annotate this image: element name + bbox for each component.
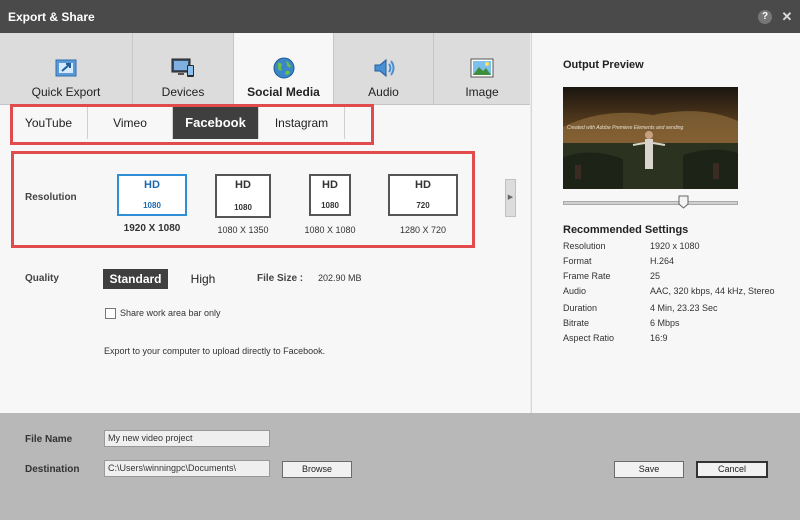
preview-frame-image bbox=[563, 87, 738, 189]
resolution-number: 1080 bbox=[143, 201, 161, 210]
setting-key: Resolution bbox=[563, 241, 606, 251]
output-preview-title: Output Preview bbox=[563, 59, 644, 71]
resolution-caption: 1280 X 720 bbox=[399, 225, 447, 235]
resolution-number: 720 bbox=[416, 201, 430, 210]
file-name-field[interactable]: My new video project bbox=[104, 430, 270, 447]
devices-icon bbox=[171, 58, 194, 77]
setting-value: 1920 x 1080 bbox=[650, 241, 700, 251]
destination-label: Destination bbox=[25, 464, 80, 475]
window-title: Export & Share bbox=[8, 10, 95, 24]
tab-label: Image bbox=[465, 85, 499, 99]
tab-label: Audio bbox=[368, 85, 399, 99]
resolution-option-1920x1080[interactable]: HD 1080 1920 X 1080 bbox=[117, 174, 187, 234]
hd-badge: HD bbox=[144, 179, 160, 191]
tab-quick-export[interactable]: Quick Export bbox=[0, 33, 133, 105]
setting-value: 4 Min, 23.23 Sec bbox=[650, 303, 718, 313]
setting-value: H.264 bbox=[650, 256, 675, 266]
preview-scrubber-thumb[interactable] bbox=[678, 195, 689, 209]
setting-key: Bitrate bbox=[563, 318, 590, 328]
preview-overlay-text: Created with Adobe Premiere Elements and… bbox=[567, 125, 684, 131]
resolution-number: 1080 bbox=[321, 201, 339, 210]
settings-panel: Quick Export Devices Social Media Audio … bbox=[0, 33, 530, 413]
resolution-option-1280x720[interactable]: HD 720 1280 X 720 bbox=[388, 174, 458, 235]
setting-value: AAC, 320 kbps, 44 kHz, Stereo bbox=[650, 286, 775, 296]
footer-bar: File Name My new video project Destinati… bbox=[0, 413, 800, 520]
preview-panel: Output Preview Created with Adobe Premie… bbox=[531, 33, 800, 413]
resolution-label: Resolution bbox=[25, 192, 77, 203]
destination-field[interactable]: C:\Users\winningpc\Documents\ bbox=[104, 460, 270, 477]
tab-image[interactable]: Image bbox=[434, 33, 530, 105]
file-name-label: File Name bbox=[25, 434, 73, 445]
resolution-card: HD 1080 bbox=[309, 174, 351, 216]
resolution-caption: 1080 X 1080 bbox=[304, 225, 356, 235]
scroll-right-arrow[interactable]: ▶ bbox=[505, 179, 516, 217]
tab-label: Social Media bbox=[247, 85, 320, 99]
tab-audio[interactable]: Audio bbox=[334, 33, 434, 105]
globe-icon bbox=[273, 57, 294, 79]
picture-icon bbox=[470, 58, 494, 78]
help-icon[interactable]: ? bbox=[758, 10, 772, 24]
social-site-tabs: YouTube Vimeo Facebook Instagram bbox=[10, 107, 370, 139]
file-size-value: 202.90 MB bbox=[318, 273, 362, 283]
hd-badge: HD bbox=[322, 179, 338, 191]
hd-badge: HD bbox=[235, 179, 251, 191]
speaker-icon bbox=[374, 58, 394, 78]
setting-key: Format bbox=[563, 256, 592, 266]
quality-label: Quality bbox=[25, 273, 59, 284]
setting-value: 6 Mbps bbox=[650, 318, 680, 328]
resolution-card: HD 720 bbox=[388, 174, 458, 216]
tab-label: Quick Export bbox=[31, 85, 101, 99]
resolution-card: HD 1080 bbox=[117, 174, 187, 216]
subtab-youtube[interactable]: YouTube bbox=[10, 107, 88, 139]
setting-value: 25 bbox=[650, 271, 661, 281]
subtab-facebook[interactable]: Facebook bbox=[173, 107, 259, 139]
tab-label: Devices bbox=[161, 85, 205, 99]
resolution-caption: 1920 X 1080 bbox=[123, 223, 181, 234]
browse-button[interactable]: Browse bbox=[282, 461, 352, 478]
tab-social-media[interactable]: Social Media bbox=[234, 33, 334, 106]
work-area-checkbox[interactable] bbox=[105, 308, 116, 319]
resolution-option-1080x1080[interactable]: HD 1080 1080 X 1080 bbox=[304, 174, 356, 235]
title-bar: Export & Share ? ✕ bbox=[0, 0, 800, 33]
cancel-button[interactable]: Cancel bbox=[696, 461, 768, 478]
resolution-caption: 1080 X 1350 bbox=[217, 225, 269, 235]
save-button[interactable]: Save bbox=[614, 461, 684, 478]
resolution-number: 1080 bbox=[234, 203, 252, 212]
close-icon[interactable]: ✕ bbox=[780, 10, 794, 24]
subtab-vimeo[interactable]: Vimeo bbox=[88, 107, 173, 139]
hd-badge: HD bbox=[415, 179, 431, 191]
recommended-settings-title: Recommended Settings bbox=[563, 224, 689, 236]
setting-key: Duration bbox=[563, 303, 598, 313]
quick-export-icon bbox=[55, 59, 77, 77]
export-info-text: Export to your computer to upload direct… bbox=[104, 346, 326, 356]
category-tabs: Quick Export Devices Social Media Audio … bbox=[0, 33, 530, 106]
work-area-label: Share work area bar only bbox=[120, 308, 221, 318]
setting-key: Audio bbox=[563, 286, 587, 296]
quality-standard-button[interactable]: Standard bbox=[103, 269, 168, 289]
video-preview: Created with Adobe Premiere Elements and… bbox=[563, 87, 738, 189]
tab-devices[interactable]: Devices bbox=[133, 33, 234, 105]
preview-scrubber-track[interactable] bbox=[563, 201, 738, 205]
resolution-option-1080x1350[interactable]: HD 1080 1080 X 1350 bbox=[215, 174, 271, 235]
subtab-instagram[interactable]: Instagram bbox=[259, 107, 345, 139]
quality-high-button[interactable]: High bbox=[181, 269, 225, 289]
setting-key: Frame Rate bbox=[563, 271, 611, 281]
file-size-label: File Size : bbox=[257, 273, 304, 284]
resolution-card: HD 1080 bbox=[215, 174, 271, 218]
setting-value: 16:9 bbox=[650, 333, 668, 343]
setting-key: Aspect Ratio bbox=[563, 333, 615, 343]
